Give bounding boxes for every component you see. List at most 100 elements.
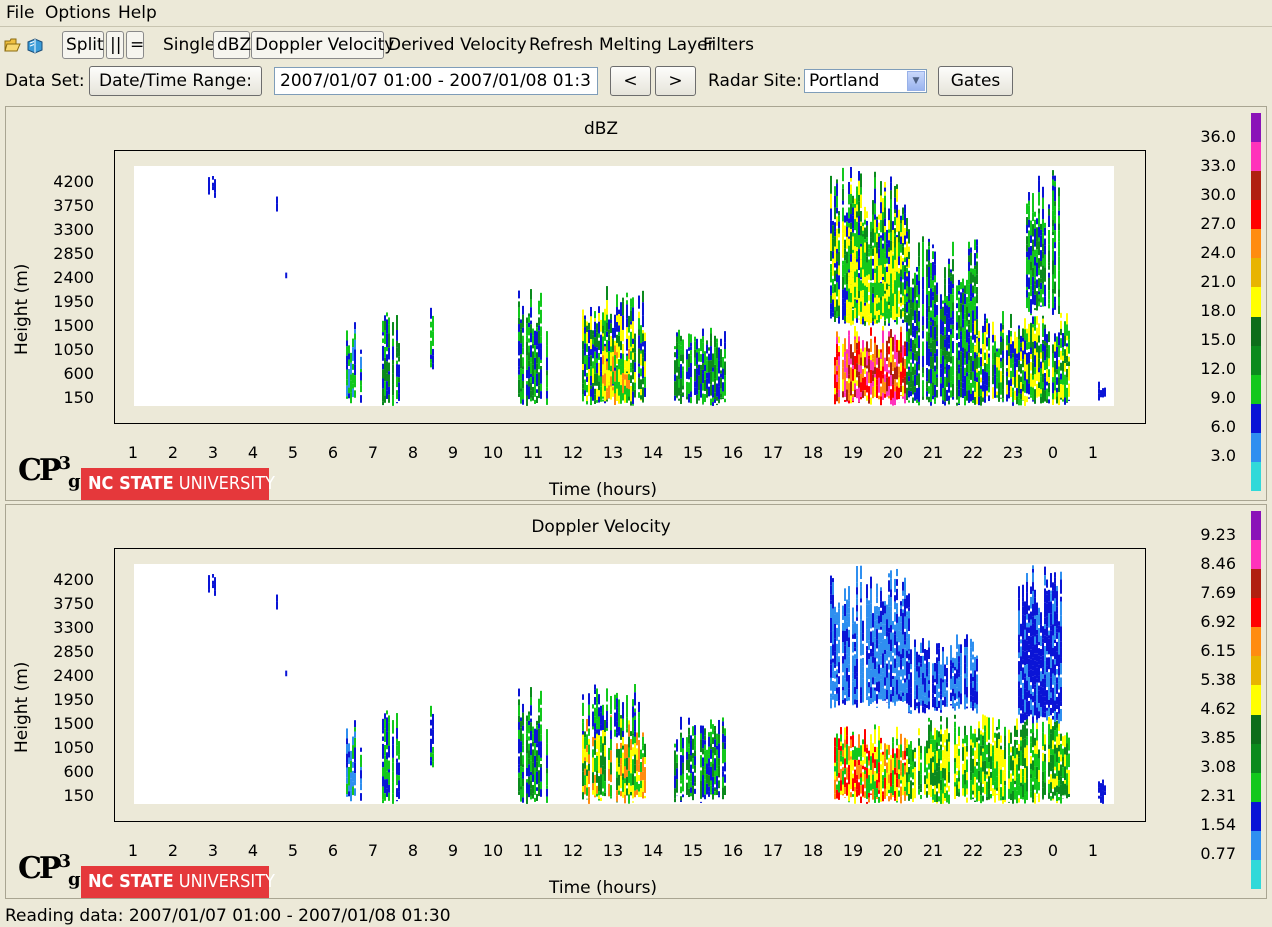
radar-return <box>962 319 964 328</box>
date-time-range-input[interactable] <box>274 67 598 95</box>
melting-layer-button[interactable]: Melting Layer <box>599 35 715 55</box>
radar-return <box>980 730 982 735</box>
plot-area[interactable] <box>134 564 1114 804</box>
radar-return <box>930 720 932 732</box>
radar-return <box>946 295 948 306</box>
radar-return <box>916 671 918 686</box>
menu-bar: File Options Help <box>0 0 1272 27</box>
radar-site-select[interactable]: Portland ▼ <box>804 69 927 93</box>
radar-return <box>848 772 850 785</box>
radar-return <box>968 270 970 285</box>
panel-title: dBZ <box>583 119 619 139</box>
radar-return <box>582 737 584 750</box>
radar-return <box>606 314 608 323</box>
open-folder-icon[interactable] <box>4 36 22 54</box>
side-by-side-button[interactable]: || <box>106 31 124 59</box>
radar-return <box>1026 379 1028 394</box>
stacked-button[interactable]: = <box>126 31 144 59</box>
open-book-icon[interactable] <box>26 36 44 54</box>
radar-return <box>630 791 632 796</box>
radar-return <box>830 677 832 685</box>
radar-return <box>714 335 716 348</box>
radar-return <box>642 333 644 342</box>
radar-return <box>900 780 902 784</box>
radar-return <box>596 400 598 403</box>
radar-return <box>894 676 896 691</box>
plot-area[interactable] <box>134 166 1114 406</box>
radar-return <box>354 773 356 786</box>
radar-return <box>618 359 620 370</box>
radar-return <box>974 269 976 277</box>
y-axis-label: Height (m) <box>12 263 32 355</box>
radar-return <box>972 268 974 275</box>
radar-return <box>1030 395 1032 398</box>
radar-return <box>870 282 872 287</box>
radar-return <box>640 325 642 335</box>
radar-return <box>1016 353 1018 359</box>
next-button[interactable]: > <box>655 66 696 96</box>
chevron-down-icon[interactable]: ▼ <box>907 71 925 91</box>
doppler-velocity-toggle[interactable]: Doppler Velocity <box>251 31 394 59</box>
radar-return <box>1002 329 1004 333</box>
radar-return <box>842 359 844 368</box>
colorbar-label: 21.0 <box>1200 272 1236 291</box>
radar-return <box>710 719 712 729</box>
refresh-button[interactable]: Refresh <box>529 35 593 55</box>
radar-return <box>632 735 634 745</box>
radar-return <box>894 355 896 360</box>
derived-velocity-button[interactable]: Derived Velocity <box>388 35 527 55</box>
radar-return <box>884 301 886 309</box>
radar-return <box>848 374 850 379</box>
radar-return <box>906 688 908 693</box>
radar-return <box>880 679 882 695</box>
radar-return <box>694 381 696 388</box>
menu-options[interactable]: Options <box>45 3 111 23</box>
dbz-toggle[interactable]: dBZ <box>213 31 251 59</box>
radar-return <box>864 219 866 225</box>
previous-button[interactable]: < <box>610 66 651 96</box>
radar-return <box>582 749 584 764</box>
radar-return <box>836 207 838 214</box>
radar-return <box>602 355 604 365</box>
radar-return <box>852 380 854 392</box>
radar-return <box>932 735 934 740</box>
split-button[interactable]: Split <box>62 31 104 59</box>
radar-return <box>912 375 914 381</box>
radar-return <box>998 786 1000 794</box>
radar-return <box>1058 251 1060 257</box>
radar-return <box>1058 296 1060 306</box>
menu-help[interactable]: Help <box>118 3 157 23</box>
radar-return <box>896 313 898 318</box>
radar-return <box>974 334 976 343</box>
radar-return <box>690 792 692 797</box>
radar-return <box>1010 386 1012 398</box>
single-button[interactable]: Single <box>163 35 215 55</box>
radar-return <box>384 793 386 801</box>
radar-return <box>836 687 838 694</box>
radar-return <box>620 365 622 375</box>
date-time-range-button[interactable]: Date/Time Range: <box>89 66 262 96</box>
menu-file[interactable]: File <box>6 3 34 23</box>
gates-button[interactable]: Gates <box>938 66 1013 96</box>
radar-return <box>352 383 354 389</box>
radar-return <box>1052 231 1054 236</box>
radar-return <box>842 200 844 205</box>
x-tick-label: 5 <box>287 443 299 462</box>
radar-return <box>632 785 634 799</box>
radar-return <box>904 289 906 295</box>
radar-return <box>346 783 348 795</box>
radar-return <box>720 349 722 360</box>
radar-return <box>836 747 838 762</box>
radar-return <box>1060 320 1062 329</box>
radar-return <box>830 285 832 296</box>
radar-return <box>902 396 904 399</box>
radar-return <box>966 279 968 295</box>
radar-return <box>842 784 844 794</box>
radar-return <box>724 375 726 382</box>
radar-return <box>972 331 974 340</box>
radar-return <box>208 191 210 195</box>
radar-return <box>520 721 522 728</box>
radar-return <box>856 611 858 618</box>
filters-button[interactable]: Filters <box>703 35 754 55</box>
radar-return <box>724 774 726 783</box>
